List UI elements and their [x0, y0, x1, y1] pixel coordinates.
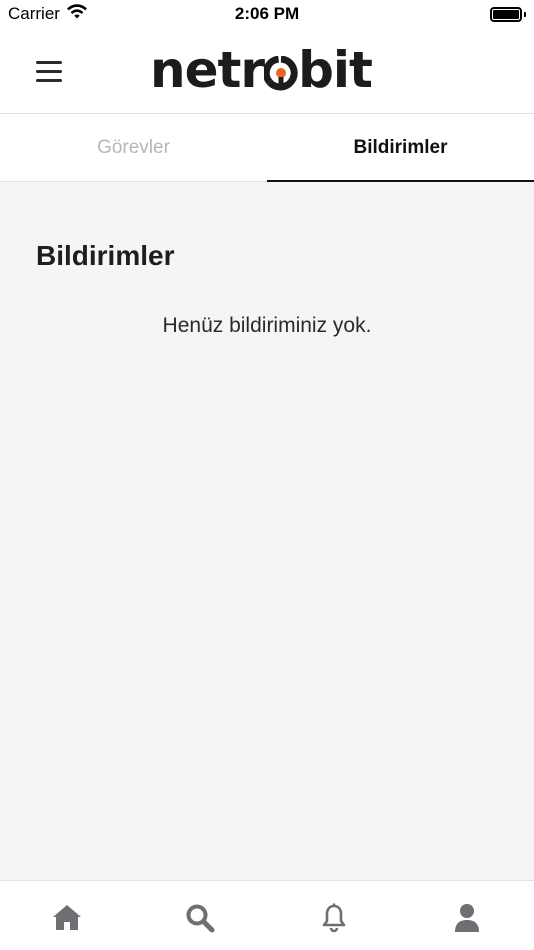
bottom-nav — [0, 880, 534, 950]
tab-bar: Görevler Bildirimler — [0, 114, 534, 182]
wifi-icon — [66, 3, 88, 25]
logo-o-icon — [264, 42, 298, 98]
tab-gorevler[interactable]: Görevler — [0, 114, 267, 181]
user-icon[interactable] — [437, 903, 497, 933]
bell-icon[interactable] — [304, 903, 364, 933]
logo-text-end: bit — [298, 41, 373, 99]
search-icon[interactable] — [170, 903, 230, 933]
netrobit-logo: netr bit — [150, 41, 373, 99]
battery-icon — [490, 6, 526, 22]
hamburger-menu-icon[interactable] — [30, 54, 68, 88]
status-bar: Carrier 2:06 PM — [0, 0, 534, 28]
logo-text-start: netr — [150, 41, 265, 99]
status-left: Carrier — [8, 3, 88, 25]
carrier-label: Carrier — [8, 4, 60, 23]
page-title: Bildirimler — [36, 240, 175, 271]
tab-bildirimler[interactable]: Bildirimler — [267, 114, 534, 182]
app-header: netr bit — [0, 28, 534, 114]
empty-state-message: Henüz bildiriminiz yok. — [162, 314, 372, 337]
home-icon[interactable] — [37, 903, 97, 931]
notifications-content: Bildirimler Henüz bildiriminiz yok. — [0, 182, 534, 880]
